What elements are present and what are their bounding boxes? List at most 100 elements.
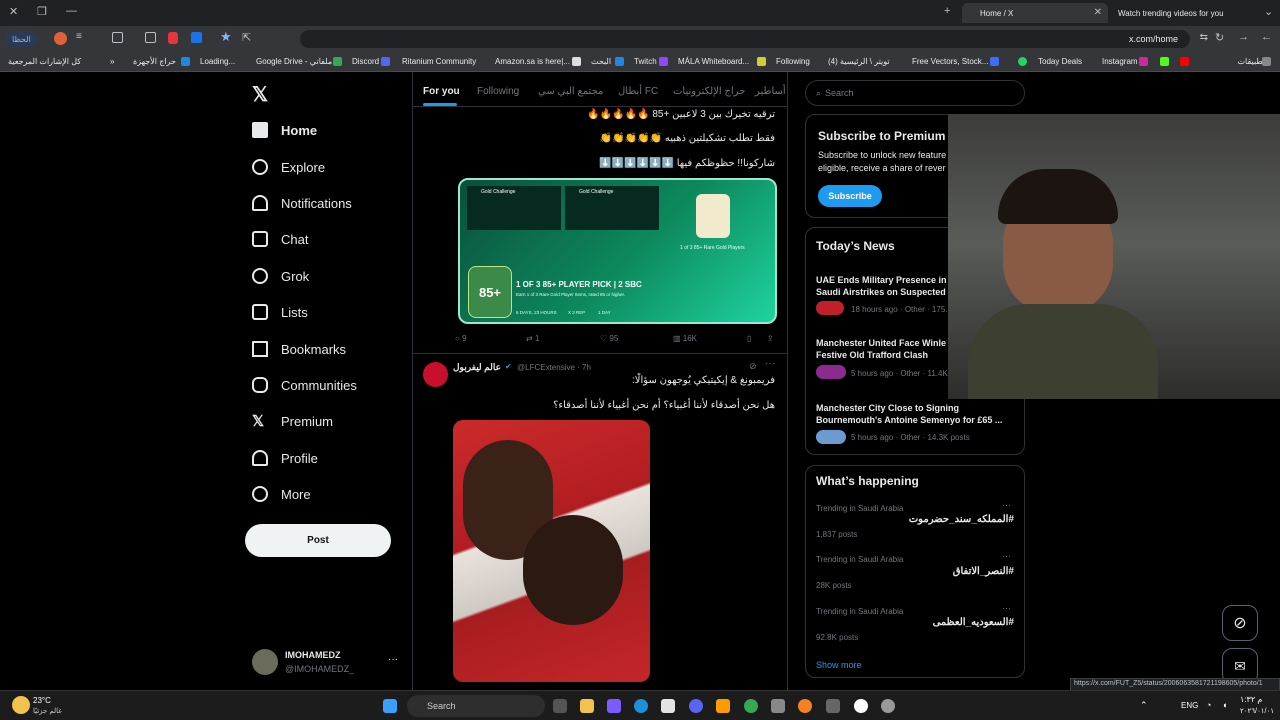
- views-button[interactable]: ▥ 16K: [673, 334, 697, 343]
- copilot-icon[interactable]: [607, 699, 621, 713]
- avatar[interactable]: [252, 649, 278, 675]
- back-icon[interactable]: ←: [1261, 31, 1272, 43]
- more-bookmarks-icon[interactable]: »: [110, 57, 114, 66]
- sidebar-item-grok[interactable]: Grok: [252, 263, 309, 289]
- news-item-title[interactable]: Festive Old Trafford Clash: [816, 349, 928, 361]
- app-icon[interactable]: [854, 699, 868, 713]
- taskbar-search[interactable]: Search: [407, 695, 545, 717]
- puzzle-icon[interactable]: [145, 32, 156, 43]
- tab-close-icon[interactable]: ✕: [1094, 7, 1102, 18]
- bookmark-post-icon[interactable]: ▯: [747, 334, 751, 343]
- subscribe-button[interactable]: Subscribe: [818, 185, 882, 207]
- forward-icon[interactable]: →: [1238, 31, 1249, 43]
- sidebar-item-chat[interactable]: Chat: [252, 226, 308, 252]
- news-item-title[interactable]: Bournemouth's Antoine Semenyo for £65 ..…: [816, 414, 1002, 426]
- menu-icon[interactable]: ≡: [76, 31, 82, 42]
- omnibox[interactable]: x.com/home ⇆: [300, 30, 1208, 48]
- bookmark-star-icon[interactable]: ★: [220, 29, 232, 45]
- search-input[interactable]: ⌕ Search: [805, 80, 1025, 106]
- reply-button[interactable]: ○ 9: [455, 334, 467, 343]
- sidebar-item-notifications[interactable]: Notifications: [252, 190, 352, 216]
- bookmark-item[interactable]: Google Drive - ملفاتي: [256, 57, 332, 66]
- news-item-title[interactable]: UAE Ends Military Presence in: [816, 274, 947, 286]
- tab-community[interactable]: مجتمع البي سي: [538, 86, 603, 97]
- share-post-icon[interactable]: ⇪: [767, 334, 774, 343]
- bookmark-item[interactable]: Discord: [352, 57, 379, 66]
- sidebar-item-profile[interactable]: Profile: [252, 445, 318, 471]
- tab-for-you[interactable]: For you: [423, 86, 460, 97]
- minimize-window-icon[interactable]: —: [66, 5, 77, 17]
- sidebar-item-premium[interactable]: 𝕏 Premium: [252, 408, 333, 434]
- chrome-icon[interactable]: [744, 699, 758, 713]
- trend-more-icon[interactable]: ···: [1002, 603, 1011, 613]
- grok-float-icon[interactable]: ⊘: [1222, 605, 1258, 641]
- task-view-icon[interactable]: [553, 699, 567, 713]
- grok-post-icon[interactable]: ⊘: [749, 361, 757, 372]
- store-icon[interactable]: [661, 699, 675, 713]
- show-more-link[interactable]: Show more: [816, 660, 862, 670]
- post-button[interactable]: Post: [245, 524, 391, 557]
- profile-button[interactable]: الحظا: [6, 31, 37, 47]
- file-explorer-icon[interactable]: [580, 699, 594, 713]
- edge-icon[interactable]: [634, 699, 648, 713]
- news-item-title[interactable]: Manchester City Close to Signing: [816, 402, 959, 414]
- discord-taskbar-icon[interactable]: [689, 699, 703, 713]
- sidebar-item-bookmarks[interactable]: Bookmarks: [252, 336, 346, 362]
- tab-fc-heroes[interactable]: أبطال FC: [618, 86, 658, 97]
- sidebar-item-communities[interactable]: Communities: [252, 372, 357, 398]
- tab-electronics[interactable]: حراج الإلكترونيات: [673, 86, 745, 97]
- bookmark-item[interactable]: البحث: [591, 57, 611, 66]
- calculator-icon[interactable]: [826, 699, 840, 713]
- news-item-title[interactable]: Saudi Airstrikes on Suspected: [816, 286, 946, 298]
- like-button[interactable]: ♡ 95: [600, 334, 618, 343]
- restore-window-icon[interactable]: ❐: [37, 5, 47, 18]
- bookmark-item[interactable]: Following: [776, 57, 810, 66]
- share-icon[interactable]: ⇱: [242, 31, 251, 44]
- extension-red-icon[interactable]: [168, 32, 178, 44]
- extension-blue-icon[interactable]: [191, 32, 202, 43]
- illustrator-icon[interactable]: [716, 699, 730, 713]
- tab-trending-videos[interactable]: Watch trending videos for you: [1110, 3, 1256, 23]
- bookmark-item[interactable]: Free Vectors, Stock...: [912, 57, 988, 66]
- site-settings-icon[interactable]: ⇆: [1200, 32, 1208, 43]
- blender-icon[interactable]: [798, 699, 812, 713]
- wifi-icon[interactable]: ◔: [1206, 700, 1211, 710]
- bookmark-item[interactable]: Ritanium Community: [402, 57, 476, 66]
- tray-chevron-icon[interactable]: ⌃: [1140, 700, 1148, 711]
- close-window-icon[interactable]: ✕: [9, 5, 18, 18]
- reload-icon[interactable]: ↻: [1215, 31, 1224, 44]
- volume-icon[interactable]: ◖: [1222, 700, 1227, 710]
- clock-time[interactable]: م ١:٣٢: [1240, 695, 1262, 704]
- author-name[interactable]: عالم ليفربول: [453, 362, 501, 373]
- tab-home-x[interactable]: Home / X ✕: [962, 3, 1108, 23]
- bookmark-item[interactable]: حراج الأجهزة: [133, 57, 176, 66]
- account-more-icon[interactable]: ···: [388, 654, 398, 665]
- trend-more-icon[interactable]: ···: [1002, 500, 1011, 510]
- bookmark-item[interactable]: Instagram: [1102, 57, 1138, 66]
- extensions-icon[interactable]: [112, 32, 123, 43]
- bookmark-item[interactable]: (4) تويتر \ الرئيسية: [828, 57, 890, 66]
- x-logo-icon[interactable]: 𝕏: [252, 82, 268, 107]
- bookmark-item[interactable]: Twitch: [634, 57, 657, 66]
- weather-temp[interactable]: 23°C: [33, 696, 51, 705]
- trend-tag[interactable]: #النصر_الاتفاق: [953, 566, 1014, 577]
- tab-search-icon[interactable]: ⌄: [1264, 5, 1273, 18]
- author-avatar[interactable]: [423, 362, 448, 387]
- sidebar-item-lists[interactable]: Lists: [252, 299, 308, 325]
- trend-more-icon[interactable]: ···: [1002, 551, 1011, 561]
- repost-button[interactable]: ⇄ 1: [526, 334, 539, 343]
- bookmark-item[interactable]: كل الإشارات المرجعية: [8, 57, 81, 66]
- clock-date[interactable]: ٢٠٢٦/٠١/٠١: [1240, 707, 1274, 715]
- app-icon[interactable]: [771, 699, 785, 713]
- sidebar-item-explore[interactable]: Explore: [252, 154, 325, 180]
- post-photo[interactable]: [453, 420, 650, 682]
- bookmark-item[interactable]: Amazon.sa is here|...: [495, 57, 570, 66]
- bookmark-item[interactable]: Today Deals: [1038, 57, 1082, 66]
- extension-icon[interactable]: [54, 32, 67, 45]
- trend-tag[interactable]: #المملكه_سند_حضرموت: [909, 514, 1014, 525]
- sidebar-item-more[interactable]: More: [252, 481, 311, 507]
- news-item-title[interactable]: Manchester United Face Winle: [816, 337, 946, 349]
- bookmark-item[interactable]: Loading...: [200, 57, 235, 66]
- tab-following[interactable]: Following: [477, 86, 519, 97]
- language-indicator[interactable]: ENG: [1181, 701, 1198, 710]
